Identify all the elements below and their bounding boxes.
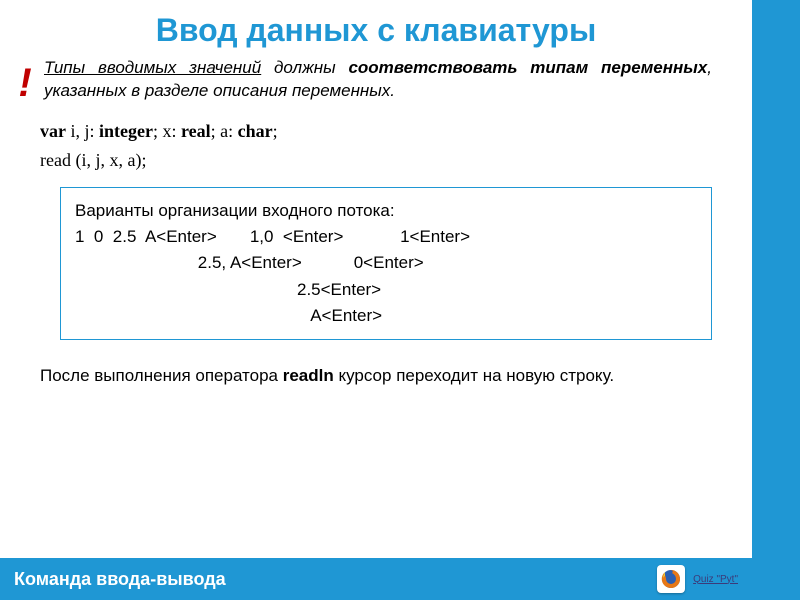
note-readln: readln	[283, 366, 334, 385]
code-line-2: read (i, j, x, a);	[40, 146, 712, 175]
box-line-4: A<Enter>	[75, 303, 697, 329]
intro-underline: Типы вводимых значений	[44, 58, 261, 77]
intro-t1: должны	[261, 58, 348, 77]
code-line-1: var i, j: integer; x: real; a: char;	[40, 117, 712, 146]
box-line-1: 1 0 2.5 A<Enter> 1,0 <Enter> 1<Enter>	[75, 224, 697, 250]
kw-real: real	[181, 121, 211, 141]
note-a: После выполнения оператора	[40, 366, 283, 385]
code-l1-f: ; a:	[211, 121, 238, 141]
note-c: курсор переходит на новую строку.	[334, 366, 614, 385]
intro-bold: соответствовать типам переменных	[348, 58, 707, 77]
code-l1-h: ;	[273, 121, 278, 141]
kw-integer: integer	[99, 121, 153, 141]
kw-var: var	[40, 121, 66, 141]
footer-bar: Команда ввода-вывода Quiz "Pyt"	[0, 558, 752, 600]
footer-title: Команда ввода-вывода	[14, 569, 657, 590]
code-l1-b: i, j:	[66, 121, 99, 141]
box-line-3: 2.5<Enter>	[75, 277, 697, 303]
quiz-link[interactable]: Quiz "Pyt"	[693, 574, 738, 585]
code-declaration: var i, j: integer; x: real; a: char; rea…	[0, 111, 752, 181]
intro-paragraph: Типы вводимых значений должны соответств…	[40, 57, 712, 103]
side-accent-bar	[752, 0, 800, 600]
box-line-2: 2.5, A<Enter> 0<Enter>	[75, 250, 697, 276]
intro-row: ! Типы вводимых значений должны соответс…	[0, 57, 752, 111]
firefox-icon[interactable]	[657, 565, 685, 593]
warning-bang-icon: !	[10, 63, 40, 103]
slide-content: Ввод данных с клавиатуры ! Типы вводимых…	[0, 0, 752, 600]
input-stream-box: Варианты организации входного потока: 1 …	[60, 187, 712, 341]
readln-note: После выполнения оператора readln курсор…	[0, 354, 752, 398]
code-l1-d: ; x:	[153, 121, 181, 141]
box-heading: Варианты организации входного потока:	[75, 198, 697, 224]
kw-char: char	[238, 121, 273, 141]
slide-title: Ввод данных с клавиатуры	[0, 0, 752, 57]
